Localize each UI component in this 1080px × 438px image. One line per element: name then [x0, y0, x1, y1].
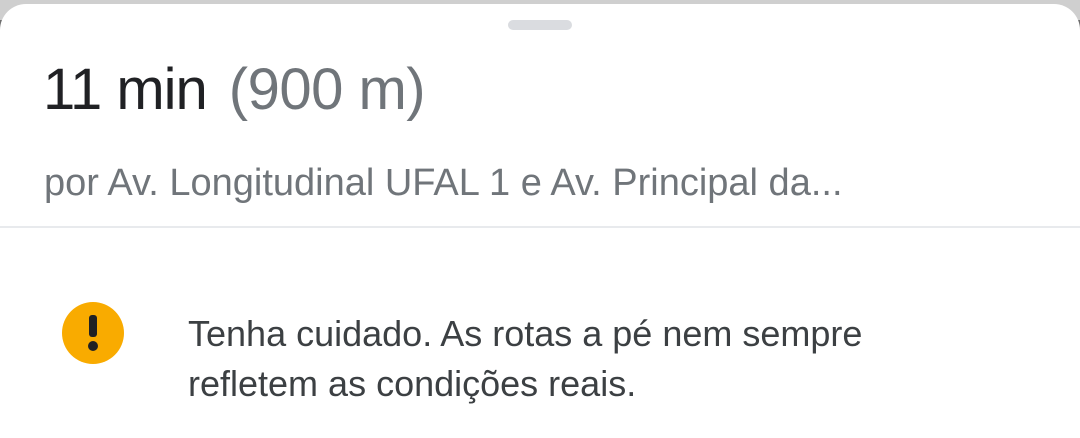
- exclamation-dot: [88, 341, 98, 351]
- walking-route-warning: Tenha cuidado. As rotas a pé nem sempre …: [188, 309, 1048, 409]
- route-summary: 11 min (900 m): [43, 56, 426, 132]
- route-bottom-sheet[interactable]: 11 min (900 m) por Av. Longitudinal UFAL…: [0, 4, 1080, 438]
- warning-icon: [62, 302, 124, 364]
- warning-line-1: Tenha cuidado. As rotas a pé nem sempre: [188, 313, 863, 354]
- divider: [0, 226, 1080, 228]
- route-distance: (900 m): [228, 57, 426, 122]
- drag-handle[interactable]: [508, 20, 572, 30]
- warning-line-2: refletem as condições reais.: [188, 363, 637, 404]
- route-duration: 11 min: [43, 57, 208, 122]
- exclamation-bar: [89, 315, 97, 337]
- route-via-description: por Av. Longitudinal UFAL 1 e Av. Princi…: [44, 162, 843, 204]
